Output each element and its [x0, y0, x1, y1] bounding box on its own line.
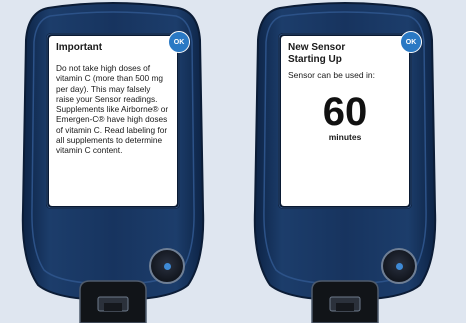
screen-important: Important Do not take high doses of vita…	[49, 36, 177, 206]
ok-button[interactable]: OK	[400, 31, 422, 53]
countdown-unit: minutes	[328, 132, 362, 142]
home-button-icon	[395, 262, 403, 270]
screen-new-sensor: New Sensor Starting Up Sensor can be use…	[281, 36, 409, 206]
screen-subtitle: Sensor can be used in:	[288, 70, 375, 80]
reader-device-right: New Sensor Starting Up Sensor can be use…	[252, 0, 438, 323]
screen-message: Do not take high doses of vitamin C (mor…	[56, 63, 169, 156]
reader-device-left: Important Do not take high doses of vita…	[20, 0, 206, 323]
home-button[interactable]	[381, 248, 417, 284]
home-button-icon	[163, 262, 171, 270]
home-button[interactable]	[149, 248, 185, 284]
ok-button[interactable]: OK	[168, 31, 190, 53]
countdown-value: 60	[322, 90, 368, 134]
screen-title: Important	[56, 42, 103, 53]
screen-title: New Sensor Starting Up	[288, 42, 346, 65]
